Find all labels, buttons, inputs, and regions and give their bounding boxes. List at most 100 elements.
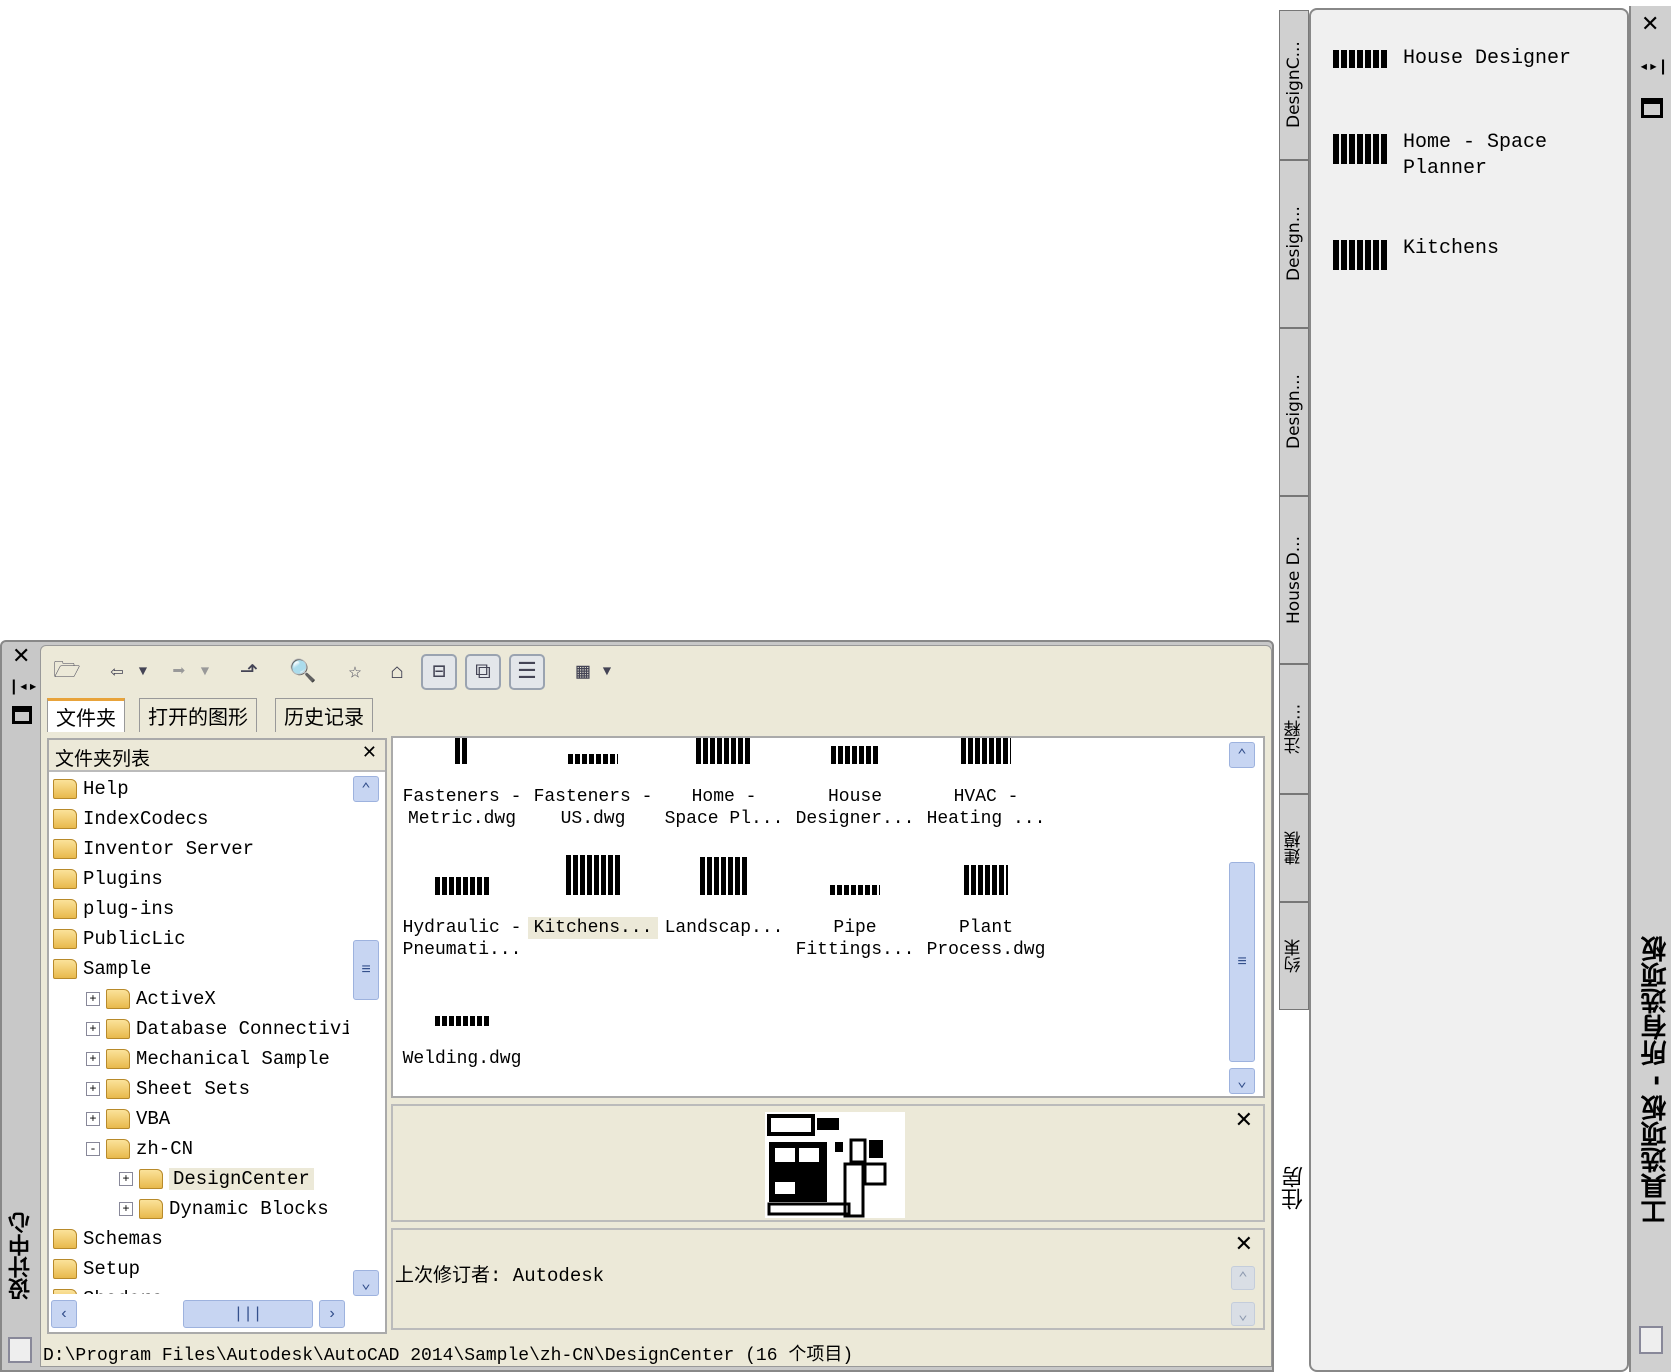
expand-icon[interactable]: + <box>86 1112 100 1126</box>
folder-tree-item[interactable]: + VBA <box>49 1104 349 1134</box>
preview-toggle-icon[interactable]: ⧉ <box>465 654 501 690</box>
folder-tree-item[interactable]: Plugins <box>49 864 349 894</box>
content-item[interactable]: Kitchens... <box>528 851 658 939</box>
folder-tree-item[interactable]: + Database Connectivity <box>49 1014 349 1044</box>
palette-tab-4[interactable]: House D... <box>1279 496 1309 664</box>
content-item[interactable]: Plant Process.dwg <box>921 851 1051 961</box>
palette-tool-item[interactable]: Home - Space Planner <box>1333 130 1573 182</box>
properties-icon[interactable] <box>12 706 32 724</box>
folder-label: VBA <box>136 1108 171 1130</box>
forward-dropdown-icon[interactable]: ▼ <box>195 654 215 690</box>
content-item[interactable]: Home - Space Pl... <box>659 738 789 830</box>
favorites-icon[interactable]: ☆ <box>337 654 373 690</box>
content-item[interactable]: Pipe Fittings... <box>790 851 920 961</box>
close-icon[interactable]: ✕ <box>12 644 30 669</box>
description-scroll-down-button[interactable]: ⌄ <box>1231 1302 1255 1326</box>
expand-icon[interactable]: + <box>86 1082 100 1096</box>
preview-pane: ✕ <box>391 1104 1265 1222</box>
folder-label: Plugins <box>83 868 163 890</box>
drawing-thumbnail-icon <box>659 738 789 764</box>
folder-tree-item[interactable]: + Dynamic Blocks <box>49 1194 349 1224</box>
folder-tree-item[interactable]: Setup <box>49 1254 349 1284</box>
tab-history[interactable]: 历史记录 <box>275 698 373 732</box>
drawing-thumbnail-icon <box>790 738 920 764</box>
content-item[interactable]: HVAC - Heating ... <box>921 738 1051 830</box>
content-item[interactable]: Landscap... <box>659 851 789 939</box>
views-dropdown-icon[interactable]: ▼ <box>597 654 617 690</box>
folder-tree-item[interactable]: Help <box>49 774 349 804</box>
palette-tool-item[interactable]: Kitchens <box>1333 236 1573 270</box>
palette-tab-5[interactable]: 注释... <box>1279 664 1309 794</box>
tree-vertical-scroll-thumb[interactable]: ≡ <box>353 940 379 1000</box>
palette-tab-active[interactable]: 住房 <box>1279 1166 1309 1210</box>
folder-tree-item[interactable]: + Sheet Sets <box>49 1074 349 1104</box>
forward-icon[interactable]: ➡ <box>161 654 197 690</box>
folder-tree-item[interactable]: + DesignCenter <box>49 1164 349 1194</box>
folder-tree-item[interactable]: Schemas <box>49 1224 349 1254</box>
folder-label: Mechanical Sample <box>136 1048 330 1070</box>
description-toggle-icon[interactable]: ☰ <box>509 654 545 690</box>
description-scroll-up-button[interactable]: ⌃ <box>1231 1266 1255 1290</box>
expand-icon[interactable]: + <box>86 1052 100 1066</box>
content-item-label-line2: Pneumati... <box>402 940 522 960</box>
drawing-thumbnail-icon <box>528 738 658 764</box>
expand-icon[interactable]: + <box>86 992 100 1006</box>
folder-list-title: 文件夹列表 <box>55 748 151 770</box>
tab-folders[interactable]: 文件夹 <box>47 698 125 732</box>
palette-tool-item[interactable]: House Designer <box>1333 46 1573 80</box>
palette-tab-6[interactable]: 建模 <box>1279 794 1309 902</box>
tree-toggle-icon[interactable]: ⊟ <box>421 654 457 690</box>
properties-icon[interactable] <box>1641 98 1663 118</box>
content-scroll-thumb[interactable]: ≡ <box>1229 862 1255 1062</box>
scroll-up-button[interactable]: ⌃ <box>353 776 379 802</box>
folder-tree-item[interactable]: plug-ins <box>49 894 349 924</box>
home-icon[interactable]: ⌂ <box>379 654 415 690</box>
palette-tab-3[interactable]: Design... <box>1279 328 1309 496</box>
close-preview-icon[interactable]: ✕ <box>1235 1108 1253 1133</box>
up-icon[interactable]: ⬏ <box>231 654 267 690</box>
views-icon[interactable]: ▦ <box>565 654 601 690</box>
folder-tree-item[interactable]: Shaders <box>49 1284 349 1294</box>
auto-hide-icon[interactable]: ◂▸| <box>1639 56 1668 76</box>
expand-icon[interactable]: + <box>119 1202 133 1216</box>
auto-hide-icon[interactable]: |◂▸ <box>9 676 38 696</box>
content-item-label: Home - <box>691 787 757 807</box>
content-item-label: Landscap... <box>664 918 784 938</box>
expand-icon[interactable]: + <box>86 1022 100 1036</box>
folder-label: IndexCodecs <box>83 808 209 830</box>
content-item[interactable]: Hydraulic - Pneumati... <box>397 851 527 961</box>
content-item[interactable]: Fasteners - Metric.dwg <box>397 738 527 830</box>
design-center-title: 设计中心 <box>9 1212 34 1300</box>
palette-tab-2[interactable]: Design... <box>1279 160 1309 328</box>
folder-tree-item[interactable]: - zh-CN <box>49 1134 349 1164</box>
block-thumbnail-icon <box>1333 46 1389 80</box>
content-scroll-down-button[interactable]: ⌄ <box>1229 1068 1255 1094</box>
folder-tree-item[interactable]: + Mechanical Sample <box>49 1044 349 1074</box>
folder-icon <box>106 1049 130 1069</box>
expand-icon[interactable]: + <box>119 1172 133 1186</box>
palette-tab-1[interactable]: DesignC... <box>1279 10 1309 160</box>
close-palette-icon[interactable]: ✕ <box>1641 12 1659 37</box>
content-scroll-up-button[interactable]: ⌃ <box>1229 742 1255 768</box>
search-icon[interactable]: 🔍 <box>285 654 321 690</box>
tree-horizontal-scroll-thumb[interactable]: ||| <box>183 1300 313 1328</box>
back-dropdown-icon[interactable]: ▼ <box>133 654 153 690</box>
folder-tree-item[interactable]: Sample <box>49 954 349 984</box>
collapse-icon[interactable]: - <box>86 1142 100 1156</box>
scroll-left-button[interactable]: ‹ <box>51 1300 77 1328</box>
load-icon[interactable]: 🗁 <box>49 654 85 690</box>
palette-tab-7[interactable]: 约束 <box>1279 902 1309 1010</box>
scroll-right-button[interactable]: › <box>319 1300 345 1328</box>
close-folder-list-icon[interactable]: ✕ <box>362 742 377 763</box>
folder-tree-item[interactable]: + ActiveX <box>49 984 349 1014</box>
close-description-icon[interactable]: ✕ <box>1235 1232 1253 1257</box>
content-item[interactable]: House Designer... <box>790 738 920 830</box>
folder-tree-item[interactable]: Inventor Server <box>49 834 349 864</box>
tab-open-drawings[interactable]: 打开的图形 <box>139 698 257 732</box>
folder-tree-item[interactable]: PublicLic <box>49 924 349 954</box>
folder-tree-item[interactable]: IndexCodecs <box>49 804 349 834</box>
back-icon[interactable]: ⇦ <box>99 654 135 690</box>
scroll-down-button[interactable]: ⌄ <box>353 1270 379 1296</box>
content-item[interactable]: Fasteners - US.dwg <box>528 738 658 830</box>
content-item[interactable]: Welding.dwg <box>397 982 527 1070</box>
